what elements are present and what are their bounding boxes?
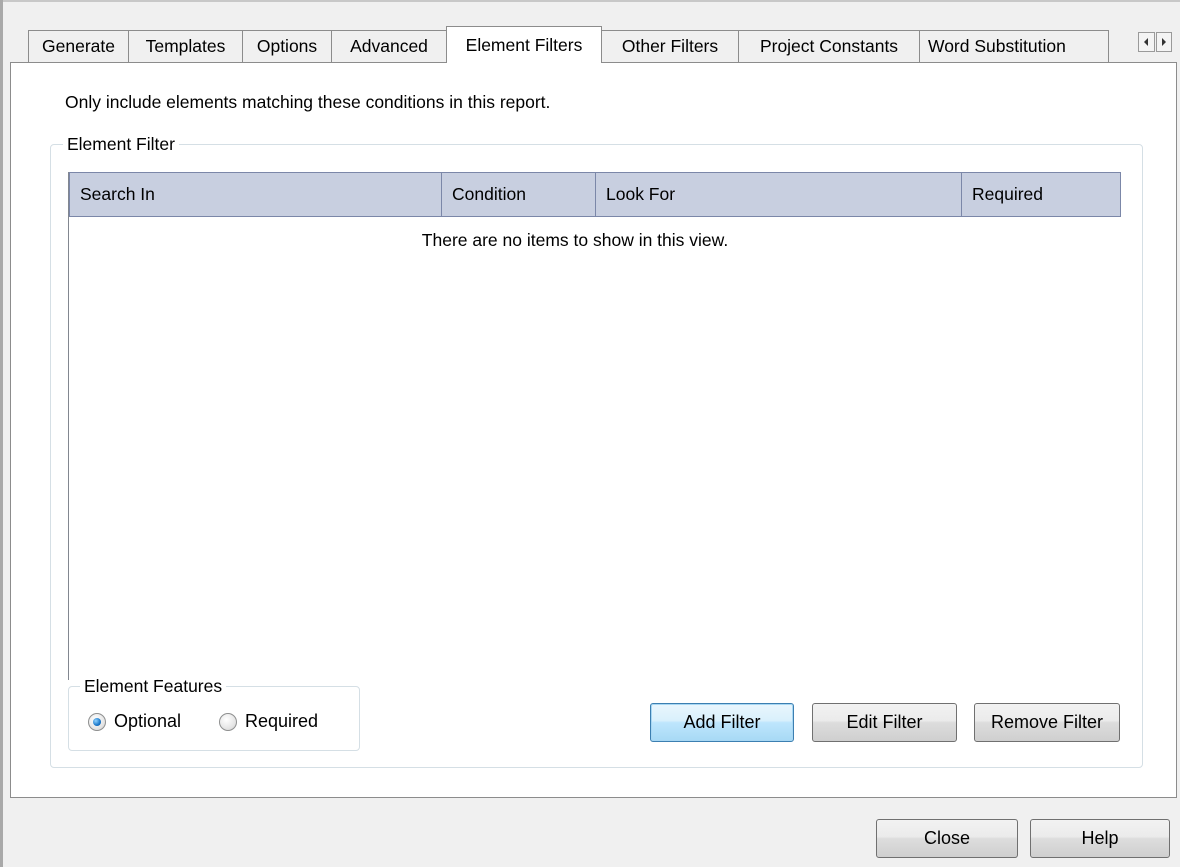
element-features-legend: Element Features [80,676,227,697]
window-top-edge [0,0,1180,2]
tab-scroll-buttons [1138,32,1172,52]
column-header-search-in[interactable]: Search In [70,173,442,216]
column-header-look-for[interactable]: Look For [596,173,962,216]
tab-strip: Generate Templates Options Advanced Elem… [28,26,1176,63]
tab-advanced[interactable]: Advanced [331,30,447,62]
list-header: Search In Condition Look For Required [69,172,1121,217]
tab-element-filters[interactable]: Element Filters [446,26,602,63]
add-filter-button[interactable]: Add Filter [650,703,794,742]
edit-filter-button[interactable]: Edit Filter [812,703,957,742]
scroll-right-icon[interactable] [1155,32,1172,52]
scroll-left-icon[interactable] [1138,32,1155,52]
radio-optional-label: Optional [114,711,182,731]
radio-optional-icon[interactable] [88,712,106,731]
help-button[interactable]: Help [1030,819,1170,858]
tab-other-filters[interactable]: Other Filters [601,30,739,62]
remove-filter-button[interactable]: Remove Filter [974,703,1120,742]
tab-options[interactable]: Options [242,30,332,62]
element-filter-legend: Element Filter [63,134,179,155]
intro-text: Only include elements matching these con… [65,92,551,112]
radio-required-label: Required [245,711,319,731]
radio-optional[interactable]: Optional [88,711,181,732]
close-button[interactable]: Close [876,819,1018,858]
column-header-condition[interactable]: Condition [442,173,596,216]
tab-templates[interactable]: Templates [128,30,243,62]
radio-required[interactable]: Required [219,711,318,732]
window-left-edge [0,0,3,867]
tab-word-substitution[interactable]: Word Substitution [919,30,1109,62]
radio-required-icon[interactable] [219,712,237,731]
empty-list-message: There are no items to show in this view. [421,230,729,250]
element-filter-list[interactable]: Search In Condition Look For Required Th… [68,172,1121,680]
tab-project-constants[interactable]: Project Constants [738,30,920,62]
tab-generate[interactable]: Generate [28,30,129,62]
column-header-required[interactable]: Required [962,173,1120,216]
